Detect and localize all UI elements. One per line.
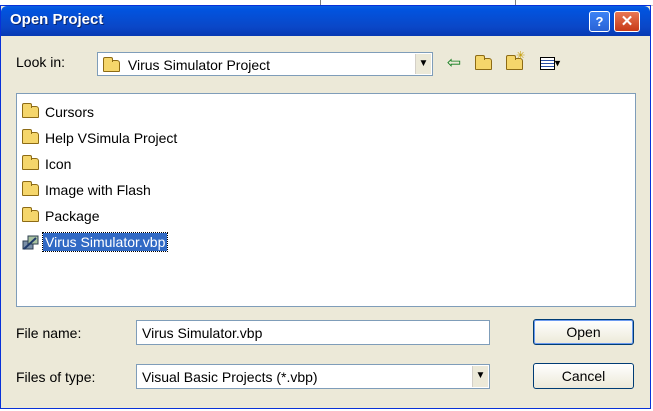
dialog-title: Open Project <box>10 11 104 28</box>
vb-project-icon <box>22 235 39 250</box>
view-menu-arrow: ▾ <box>554 57 561 70</box>
sparkle-icon: ✳ <box>516 50 526 62</box>
list-item-label: Virus Simulator.vbp <box>41 232 169 253</box>
look-in-combobox[interactable]: Virus Simulator Project ▼ <box>97 52 433 76</box>
list-item[interactable]: Package <box>22 207 101 229</box>
list-item[interactable]: Cursors <box>22 103 96 125</box>
look-in-value: Virus Simulator Project <box>103 57 270 73</box>
look-in-text: Virus Simulator Project <box>127 57 271 73</box>
create-new-folder-icon[interactable]: ✳ <box>501 50 527 74</box>
help-button[interactable]: ? <box>589 11 610 32</box>
file-name-label: File name: <box>16 325 82 341</box>
back-icon[interactable]: ⇦ <box>442 52 466 74</box>
open-button[interactable]: Open <box>533 319 634 345</box>
title-bar[interactable]: Open Project ? ✕ <box>1 6 650 36</box>
chevron-down-icon[interactable]: ▼ <box>415 54 431 74</box>
file-name-field[interactable] <box>136 320 490 345</box>
list-item[interactable]: Image with Flash <box>22 181 153 203</box>
open-project-dialog: Open Project ? ✕ Look in: Virus Simulato… <box>0 5 651 409</box>
file-name-input[interactable] <box>137 321 489 344</box>
list-item[interactable]: Icon <box>22 155 73 177</box>
folder-icon <box>22 129 39 145</box>
up-one-level-icon[interactable] <box>471 52 495 74</box>
list-item-label: Cursors <box>45 104 95 121</box>
view-menu-icon[interactable]: ▾ <box>533 52 567 74</box>
list-item-selected[interactable]: Virus Simulator.vbp <box>22 232 169 255</box>
close-button[interactable]: ✕ <box>614 11 640 32</box>
details-view-icon <box>539 57 555 71</box>
folder-icon <box>22 103 39 119</box>
folder-icon <box>103 57 120 73</box>
cancel-button[interactable]: Cancel <box>533 363 634 389</box>
folder-icon <box>474 54 492 70</box>
look-in-label: Look in: <box>16 54 66 70</box>
list-item-label: Help VSimula Project <box>45 130 178 147</box>
list-item-label: Package <box>45 208 100 225</box>
chevron-down-icon[interactable]: ▼ <box>472 366 488 387</box>
list-item-label: Icon <box>45 156 72 173</box>
file-type-combobox[interactable]: Visual Basic Projects (*.vbp) ▼ <box>136 364 490 389</box>
file-type-label: Files of type: <box>16 369 96 385</box>
file-list[interactable]: Cursors Help VSimula Project Icon Image … <box>16 93 636 307</box>
list-item[interactable]: Help VSimula Project <box>22 129 179 151</box>
file-type-value: Visual Basic Projects (*.vbp) <box>142 369 318 385</box>
folder-icon <box>22 155 39 171</box>
folder-icon <box>22 181 39 197</box>
folder-icon <box>22 207 39 223</box>
list-item-label: Image with Flash <box>45 182 151 199</box>
